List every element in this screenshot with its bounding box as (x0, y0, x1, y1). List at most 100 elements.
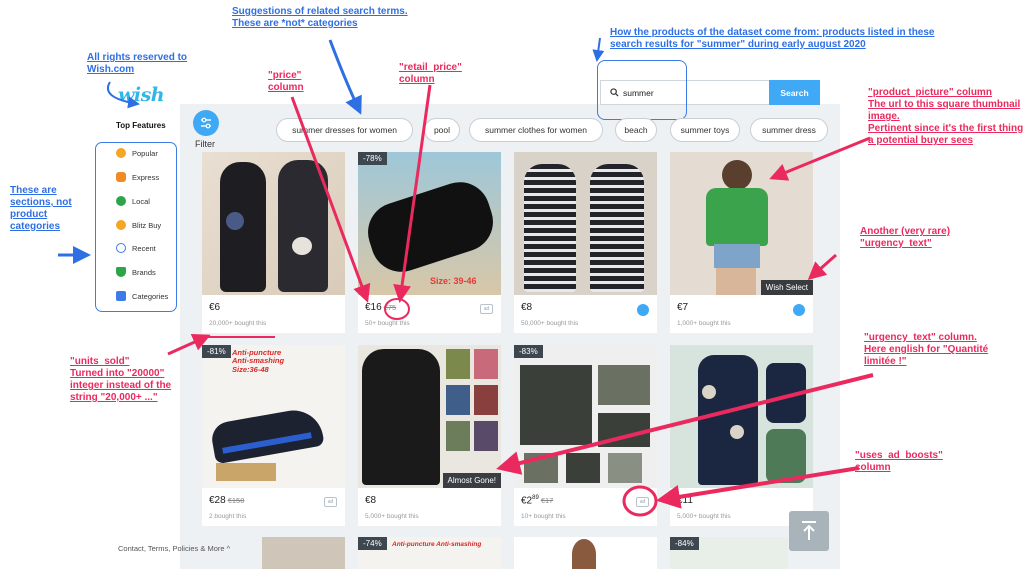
units-sold: 2 bought this (209, 513, 247, 520)
section-express[interactable]: Express (116, 172, 159, 182)
product-card[interactable]: -78% Size: 39-46 €16 €75 50+ bought this … (358, 152, 501, 333)
section-local[interactable]: Local (116, 196, 150, 206)
search-button[interactable]: Search (769, 80, 820, 105)
section-popular[interactable]: Popular (116, 148, 158, 158)
filter-label: Filter (195, 139, 215, 149)
product-thumbnail[interactable] (514, 152, 657, 295)
filter-button[interactable] (193, 110, 219, 136)
product-thumbnail[interactable]: Almost Gone! (358, 345, 501, 488)
annotation-product-picture: "product_picture" column The url to this… (868, 87, 1024, 146)
urgency-text: Almost Gone! (442, 473, 501, 488)
ad-boost-icon: ad (636, 497, 649, 507)
annotation-rights: All rights reserved to Wish.com (87, 52, 188, 75)
chip-summer-clothes-for-women[interactable]: summer clothes for women (469, 118, 603, 142)
product-thumbnail[interactable] (202, 152, 345, 295)
product-price: €11 (677, 495, 693, 506)
units-sold: 50,000+ bought this (521, 320, 579, 327)
units-sold: 5,000+ bought this (677, 513, 731, 520)
chip-summer-dress[interactable]: summer dress (750, 118, 828, 142)
section-categories[interactable]: Categories (116, 291, 168, 301)
section-label: Local (132, 196, 150, 206)
product-card[interactable]: €8 50,000+ bought this (514, 152, 657, 333)
product-card[interactable]: -81% Anti-puncture Anti-smashing Size:36… (202, 345, 345, 526)
retail-price: €75 (383, 303, 397, 312)
product-card[interactable]: €6 20,000+ bought this (202, 152, 345, 333)
arrow-up-icon (802, 521, 816, 540)
units-sold: 5,000+ bought this (365, 513, 419, 520)
local-pin-icon (116, 196, 126, 206)
units-sold: 50+ bought this (365, 320, 410, 327)
top-features-title: Top Features (116, 121, 166, 130)
annotation-another-urgency: Another (very rare) "urgency_text" (860, 226, 951, 249)
units-sold: 1,000+ bought this (677, 320, 731, 327)
annotation-sections: These are sections, not product categori… (10, 185, 72, 232)
product-card-partial[interactable]: -74% Anti-puncture Anti-smashing (358, 537, 501, 569)
scroll-to-top-button[interactable] (789, 511, 829, 551)
discount-badge: -83% (514, 345, 543, 358)
product-price: €289 €17 (521, 495, 554, 507)
ad-boost-icon: ad (480, 304, 493, 314)
section-label: Express (132, 172, 160, 182)
product-thumbnail[interactable]: -81% Anti-puncture Anti-smashing Size:36… (202, 345, 345, 488)
product-thumbnail[interactable]: -83% (514, 345, 657, 488)
section-brands[interactable]: Brands (116, 267, 156, 277)
retail-price: €17 (540, 496, 554, 506)
verified-check-icon (637, 304, 649, 316)
wish-logo[interactable]: wish (118, 84, 165, 106)
sections-highlight-box: Popular Express Local Blitz Buy Recent B… (95, 142, 177, 312)
section-label: Categories (132, 291, 169, 301)
annotation-price: "price" column (268, 70, 304, 93)
blitz-icon (116, 220, 126, 230)
product-price: €28 €150 (209, 495, 245, 506)
units-sold: 10+ bought this (521, 513, 566, 520)
discount-badge: -84% (670, 537, 699, 550)
product-price: €16 €75 (365, 302, 397, 313)
product-price: €8 (365, 495, 377, 506)
annotation-products-source: How the products of the dataset come fro… (610, 27, 935, 50)
shield-icon (116, 267, 126, 277)
chip-summer-dresses-for-women[interactable]: summer dresses for women (276, 118, 413, 142)
chip-pool[interactable]: pool (424, 118, 460, 142)
product-card-partial[interactable] (262, 537, 345, 569)
image-overlay-text: Anti-puncture Anti-smashing (392, 541, 482, 548)
product-card[interactable]: -83% €289 €17 10+ bought this ad (514, 345, 657, 526)
image-overlay-text: Size: 39-46 (430, 276, 477, 286)
urgency-text: Wish Select (760, 280, 813, 295)
product-card-partial[interactable] (514, 537, 657, 569)
image-overlay-text: Anti-puncture Anti-smashing Size:36-48 (232, 348, 285, 374)
product-card[interactable]: Almost Gone! €8 5,000+ bought this (358, 345, 501, 526)
product-price: €8 (521, 302, 533, 313)
annotation-suggestions: Suggestions of related search terms. The… (232, 6, 408, 29)
section-label: Brands (132, 267, 156, 277)
clock-icon (116, 243, 126, 253)
product-card[interactable]: Wish Select €7 1,000+ bought this (670, 152, 813, 333)
annotation-uses-ad-boosts: "uses_ad_boosts" column (855, 450, 943, 473)
product-thumbnail[interactable]: Wish Select (670, 152, 813, 295)
grid-icon (116, 291, 126, 301)
annotation-retail-price: "retail_price" column (399, 62, 462, 85)
product-price: €7 (677, 302, 689, 313)
section-recent[interactable]: Recent (116, 243, 156, 253)
units-sold: 20,000+ bought this (209, 320, 267, 327)
product-card[interactable]: €11 5,000+ bought this (670, 345, 813, 526)
verified-check-icon (793, 304, 805, 316)
product-thumbnail[interactable] (670, 345, 813, 488)
section-blitz-buy[interactable]: Blitz Buy (116, 220, 161, 230)
product-card-partial[interactable]: -84% (670, 537, 788, 569)
section-label: Blitz Buy (132, 220, 162, 230)
annotation-urgency-text: "urgency_text" column. Here english for … (864, 332, 989, 367)
discount-badge: -78% (358, 152, 387, 165)
express-icon (116, 172, 126, 182)
section-label: Recent (132, 243, 156, 253)
discount-badge: -81% (202, 345, 231, 358)
discount-badge: -74% (358, 537, 387, 550)
sliders-icon (201, 117, 211, 129)
chip-beach[interactable]: beach (615, 118, 657, 142)
product-thumbnail[interactable]: -78% Size: 39-46 (358, 152, 501, 295)
ad-boost-icon: ad (324, 497, 337, 507)
footer-links[interactable]: Contact, Terms, Policies & More ^ (118, 544, 230, 553)
chip-summer-toys[interactable]: summer toys (670, 118, 740, 142)
annotation-units-sold: "units_sold" Turned into "20000" integer… (70, 356, 172, 403)
star-icon (116, 148, 126, 158)
section-label: Popular (132, 148, 158, 158)
